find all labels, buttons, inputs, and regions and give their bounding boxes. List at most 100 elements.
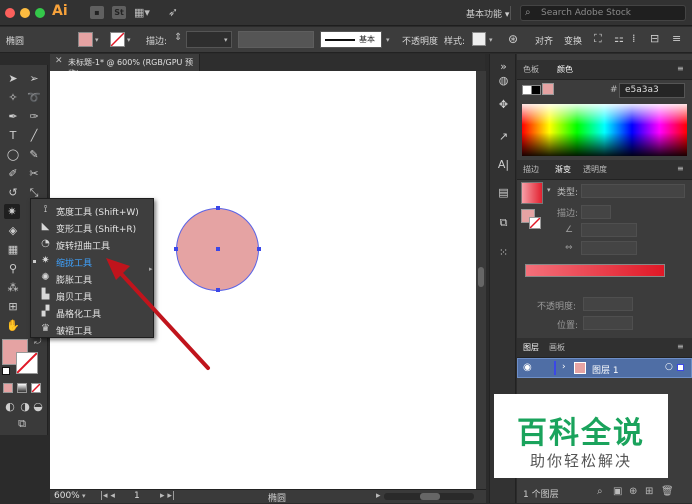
shaper-tool-icon[interactable]: ✐ <box>5 166 21 181</box>
tab-artboards[interactable]: 画板 <box>549 342 565 353</box>
bridge-icon[interactable]: ▪ <box>90 6 104 19</box>
arrange-documents-icon[interactable]: ▦▾ <box>134 6 150 19</box>
anchor-point[interactable] <box>257 247 261 251</box>
paintbrush-tool-icon[interactable]: ✎ <box>26 147 42 162</box>
character-icon[interactable]: A| <box>496 158 511 172</box>
flyout-item-width-tool[interactable]: ⟟ 宽度工具 (Shift+W) <box>31 202 153 219</box>
curvature-tool-icon[interactable]: ✑ <box>26 109 42 124</box>
selection-indicator[interactable] <box>677 364 684 371</box>
pen-tool-icon[interactable]: ✒ <box>5 109 21 124</box>
symbol-sprayer-tool-icon[interactable]: ⁂ <box>5 280 21 295</box>
tab-layers[interactable]: 图层 <box>523 342 539 353</box>
layer-row[interactable]: ◉ › 图层 1 ○ <box>517 358 692 378</box>
line-tool-icon[interactable]: ╱ <box>26 128 42 143</box>
close-icon[interactable]: ✕ <box>55 56 63 66</box>
screen-mode-icon[interactable]: ⧉ <box>14 416 30 431</box>
status-menu-icon[interactable]: ▸ <box>376 491 381 501</box>
align-options-icon[interactable]: ⊟ <box>650 32 659 45</box>
export-asset-icon[interactable]: ↗ <box>496 130 511 144</box>
lasso-tool-icon[interactable]: ➰ <box>26 90 42 105</box>
visibility-eye-icon[interactable]: ◉ <box>523 362 532 373</box>
tab-swatches[interactable]: 色板 <box>523 64 539 75</box>
stock-search-input[interactable]: ⌕ Search Adobe Stock <box>520 5 686 21</box>
none-mode-icon[interactable] <box>31 383 41 393</box>
pathfinder-icon[interactable]: ⧉ <box>496 216 511 230</box>
ellipse-tool-icon[interactable]: ◯ <box>5 147 21 162</box>
draw-normal-icon[interactable]: ◐ <box>2 399 18 414</box>
swap-fill-stroke-icon[interactable]: ⤾ <box>34 337 42 347</box>
shape-builder-tool-icon[interactable]: ◈ <box>5 223 21 238</box>
gradient-swatch[interactable] <box>521 182 543 204</box>
workspace-switcher[interactable]: 基本功能 ▾ <box>466 7 509 20</box>
gpu-performance-icon[interactable]: ➶ <box>168 5 178 19</box>
layer-name[interactable]: 图层 1 <box>592 363 619 376</box>
chevron-down-icon[interactable]: ▾ <box>386 36 390 44</box>
next-artboard-icon[interactable]: ▸ ▸| <box>160 491 175 501</box>
scissors-tool-icon[interactable]: ✂ <box>26 166 42 181</box>
new-sublayer-icon[interactable]: ⊕ <box>629 486 637 497</box>
chevron-down-icon[interactable]: ▾ <box>547 186 551 194</box>
target-icon[interactable]: ○ <box>665 362 673 372</box>
align-button[interactable]: 对齐 <box>535 34 553 47</box>
pucker-tool-icon[interactable]: ✷ <box>4 204 20 219</box>
hex-input[interactable]: e5a3a3 <box>619 83 685 98</box>
black-swatch[interactable] <box>531 85 541 95</box>
align-panel-icon[interactable]: ▤ <box>496 186 511 200</box>
rotate-tool-icon[interactable]: ↺ <box>5 185 21 200</box>
eyedropper-tool-icon[interactable]: ⚲ <box>5 261 21 276</box>
menu-icon[interactable]: ≡ <box>672 32 681 45</box>
recolor-artwork-icon[interactable]: ⊛ <box>508 32 518 46</box>
document-tab[interactable]: ✕ 未标题-1* @ 600% (RGB/GPU 预览) <box>50 54 200 78</box>
selection-tool-icon[interactable]: ➤ <box>5 71 21 86</box>
clipping-mask-icon[interactable]: ▣ <box>613 486 622 497</box>
perspective-grid-tool-icon[interactable]: ▦ <box>5 242 21 257</box>
draw-inside-icon[interactable]: ◒ <box>30 399 46 414</box>
tab-transparency[interactable]: 透明度 <box>583 164 607 175</box>
stepper-icon[interactable]: ⇕ <box>174 32 182 43</box>
collapse-panels-icon[interactable]: » <box>496 60 511 74</box>
artboard-tool-icon[interactable]: ⊞ <box>5 299 21 314</box>
chevron-down-icon[interactable]: ▾ <box>489 36 493 44</box>
default-fill-stroke-icon[interactable] <box>2 367 10 375</box>
scrollbar-thumb[interactable] <box>420 493 440 500</box>
gradient-slider[interactable] <box>525 264 665 277</box>
minimize-window-button[interactable] <box>20 8 30 18</box>
type-tool-icon[interactable]: T <box>5 128 21 143</box>
tab-gradient[interactable]: 渐变 <box>555 164 571 175</box>
color-spectrum[interactable] <box>522 104 687 156</box>
stroke-indicator[interactable] <box>529 217 541 229</box>
stock-icon[interactable]: St <box>112 6 126 19</box>
artboard-number[interactable]: 1 <box>134 491 140 501</box>
expand-layer-icon[interactable]: › <box>562 362 566 372</box>
distribute-icon[interactable]: ⁞ <box>632 32 636 45</box>
chevron-down-icon[interactable]: ▾ <box>224 36 228 44</box>
color-mode-icon[interactable] <box>3 383 13 393</box>
panel-menu-icon[interactable]: ≡ <box>677 64 684 73</box>
color-guide-icon[interactable]: ◍ <box>496 74 511 88</box>
stroke-color-box[interactable] <box>16 352 38 374</box>
hand-tool-icon[interactable]: ✋ <box>5 318 21 333</box>
fill-swatch[interactable] <box>78 32 93 47</box>
tab-stroke[interactable]: 描边 <box>523 164 539 175</box>
stroke-swatch[interactable] <box>110 32 125 47</box>
new-layer-icon[interactable]: ⊞ <box>645 486 653 497</box>
magic-wand-tool-icon[interactable]: ✧ <box>5 90 21 105</box>
zoom-window-button[interactable] <box>35 8 45 18</box>
chevron-down-icon[interactable]: ▾ <box>127 36 131 44</box>
isolate-icon[interactable]: ⛶ <box>594 32 602 46</box>
current-color-swatch[interactable] <box>542 83 554 95</box>
locate-object-icon[interactable]: ⌕ <box>597 486 603 497</box>
vertical-scrollbar[interactable] <box>476 71 486 489</box>
brushes-icon[interactable]: ✥ <box>496 98 511 112</box>
delete-layer-icon[interactable]: 🗑 <box>661 486 674 497</box>
close-window-button[interactable] <box>5 8 15 18</box>
tab-color[interactable]: 颜色 <box>557 64 573 75</box>
brush-definition-dropdown[interactable]: 基本 <box>320 31 382 48</box>
chevron-down-icon[interactable]: ▾ <box>95 36 99 44</box>
direct-selection-tool-icon[interactable]: ➢ <box>26 71 42 86</box>
flyout-item-warp-tool[interactable]: ◣ 变形工具 (Shift+R) <box>31 219 153 236</box>
panel-menu-icon[interactable]: ≡ <box>677 164 684 173</box>
transform-button[interactable]: 变换 <box>564 34 582 47</box>
transform-panel-icon[interactable]: ⁙ <box>496 246 511 260</box>
horizontal-scrollbar[interactable] <box>384 493 474 500</box>
